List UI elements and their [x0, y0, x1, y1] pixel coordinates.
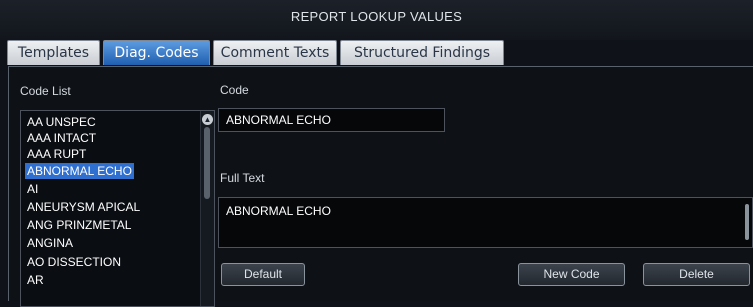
delete-button[interactable]: Delete — [643, 263, 750, 286]
code-list-label: Code List — [20, 84, 71, 98]
tab-structured-findings[interactable]: Structured Findings — [340, 40, 504, 65]
code-list-scrollbar[interactable]: ▲ — [200, 111, 214, 306]
tab-templates[interactable]: Templates — [7, 40, 100, 65]
scroll-up-icon[interactable]: ▲ — [202, 114, 213, 125]
scrollbar-thumb[interactable] — [745, 204, 749, 240]
list-item[interactable]: AO DISSECTION — [25, 254, 123, 270]
title-bar: REPORT LOOKUP VALUES — [0, 0, 753, 40]
full-text-value: ABNORMAL ECHO — [226, 204, 331, 218]
new-code-button[interactable]: New Code — [518, 263, 625, 286]
list-item-selected[interactable]: ABNORMAL ECHO — [25, 163, 134, 179]
list-item[interactable]: AR — [25, 272, 46, 288]
code-input[interactable] — [218, 108, 445, 132]
list-item[interactable]: AA UNSPEC — [25, 114, 98, 130]
full-text-scrollbar[interactable] — [744, 200, 750, 245]
list-item[interactable]: ANG PRINZMETAL — [25, 217, 133, 233]
list-item[interactable]: ANEURYSM APICAL — [25, 199, 142, 215]
code-label: Code — [220, 83, 249, 97]
full-text-field[interactable]: ABNORMAL ECHO — [218, 197, 753, 248]
tab-diag-codes[interactable]: Diag. Codes — [103, 40, 210, 65]
scrollbar-thumb[interactable] — [204, 127, 210, 199]
diag-codes-panel: Code List Code AA UNSPEC AAA INTACT AAA … — [8, 66, 753, 307]
list-item[interactable]: AAA INTACT — [25, 130, 98, 146]
window-title: REPORT LOOKUP VALUES — [290, 9, 463, 24]
list-item[interactable]: AAA RUPT — [25, 146, 88, 162]
tab-comment-texts[interactable]: Comment Texts — [213, 40, 337, 65]
code-list[interactable]: AA UNSPEC AAA INTACT AAA RUPT ABNORMAL E… — [20, 110, 215, 307]
default-button[interactable]: Default — [221, 263, 305, 286]
full-text-label: Full Text — [220, 171, 265, 185]
list-item[interactable]: AI — [25, 181, 40, 197]
list-item[interactable]: ANGINA — [25, 235, 75, 251]
